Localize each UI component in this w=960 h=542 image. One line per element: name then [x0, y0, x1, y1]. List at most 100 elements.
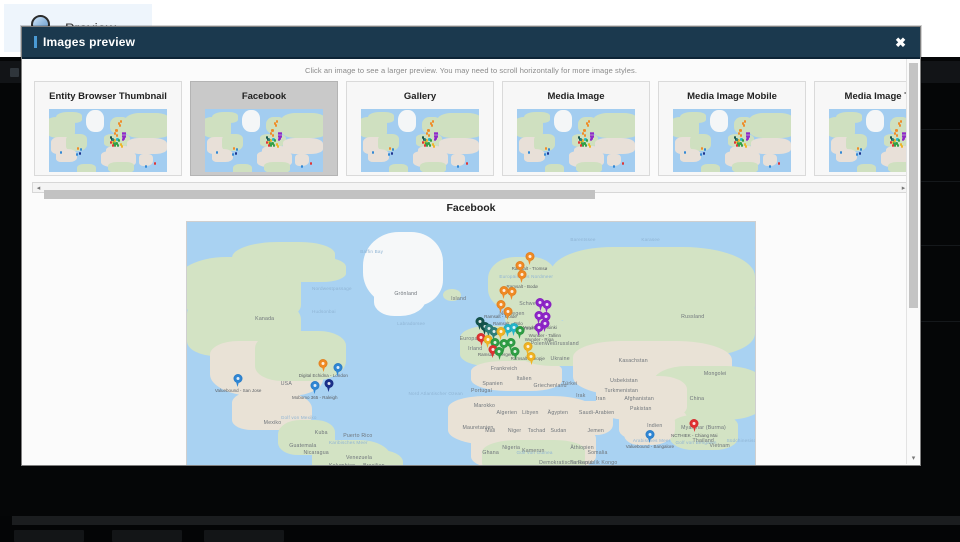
- map-country-label: Turkmenistan: [604, 388, 639, 395]
- image-style-thumbnail[interactable]: [205, 109, 323, 172]
- thumbnail-pin: [581, 143, 584, 147]
- map-country-label: Spanien: [482, 380, 503, 387]
- thumbnail-pin: [301, 165, 304, 169]
- image-style-thumbnail[interactable]: [673, 109, 791, 172]
- map-country-label: Afghanistan: [624, 395, 654, 402]
- scroll-thumb[interactable]: [44, 190, 595, 199]
- map-location-pin[interactable]: [534, 323, 544, 337]
- map-location-pin[interactable]: [494, 346, 504, 360]
- thumbnail-pin: [80, 148, 83, 152]
- thumbnail-pin: [737, 143, 740, 147]
- modal-body: Click an image to see a larger preview. …: [22, 59, 920, 465]
- selected-style-title: Facebook: [446, 202, 496, 214]
- thumbnail-pin: [390, 152, 393, 156]
- modal-title: Images preview: [43, 35, 136, 49]
- thumbnail-landmass: [65, 134, 87, 151]
- thumbnail-pin: [583, 133, 586, 137]
- map-location-pin[interactable]: [324, 378, 334, 392]
- map-location-pin[interactable]: [689, 418, 699, 432]
- map-country-label: Frankreich: [490, 365, 518, 372]
- bottom-scroll-track[interactable]: [12, 516, 960, 525]
- thumbnail-landmass: [450, 154, 465, 166]
- image-style-thumbnail[interactable]: [517, 109, 635, 172]
- scroll-down-arrow-icon[interactable]: ▾: [907, 454, 920, 462]
- thumbnail-pin: [387, 152, 390, 156]
- bottom-button[interactable]: [112, 530, 182, 542]
- modal-header: Images preview ✖: [22, 27, 920, 59]
- image-style-label: Media Image Tablet: [844, 91, 910, 102]
- map-sea-label: Südchinesisches Meer: [726, 437, 756, 443]
- map-country-label: Tansania: [570, 460, 593, 465]
- map-location-pin[interactable]: [507, 287, 517, 301]
- thumbnail-pin: [588, 145, 591, 149]
- map-country-label: Nigeria: [502, 445, 521, 452]
- bottom-button[interactable]: [14, 530, 84, 542]
- thumbnail-landmass: [857, 164, 877, 172]
- image-style-thumbnail[interactable]: [829, 109, 910, 172]
- modal-vertical-scrollbar[interactable]: ▾: [906, 59, 919, 464]
- map-country-label: Guatemala: [289, 442, 317, 449]
- image-style-card-media-image-mobile[interactable]: Media Image Mobile: [658, 81, 806, 176]
- map-country-label: Myanmar (Burma): [681, 425, 726, 432]
- map-location-pin[interactable]: [310, 381, 320, 395]
- map-country-label: Usbekistan: [610, 378, 638, 385]
- image-style-card-entity-browser-thumbnail[interactable]: Entity Browser Thumbnail: [34, 81, 182, 176]
- map-country-label: Europa: [459, 336, 478, 343]
- thumbnail-landmass: [280, 112, 323, 138]
- thumbnail-pin: [118, 138, 121, 142]
- map-location-pin[interactable]: [318, 359, 328, 373]
- image-style-thumbnail[interactable]: [49, 109, 167, 172]
- styles-horizontal-scrollbar[interactable]: ◂ ▸: [32, 182, 910, 199]
- map-location-pin[interactable]: [503, 306, 513, 320]
- structure-icon: [10, 67, 19, 77]
- image-style-thumbnail[interactable]: [361, 109, 479, 172]
- map-country-label: Mali: [485, 427, 496, 434]
- thumbnail-pin: [622, 162, 625, 166]
- close-icon[interactable]: ✖: [895, 36, 906, 49]
- map-country-label: Mongolei: [703, 370, 727, 377]
- large-preview-image[interactable]: Baffin Bay Labradorsee Hudsonbai Nordwestpa…: [186, 221, 756, 465]
- map-location-pin[interactable]: [645, 429, 655, 443]
- bottom-button[interactable]: [204, 530, 284, 542]
- scroll-left-arrow-icon[interactable]: ◂: [33, 184, 44, 192]
- map-location-pin[interactable]: [333, 362, 343, 376]
- thumbnail-pin: [613, 165, 616, 169]
- map-sea-label: Nord Atlantischer Ozean: [408, 390, 463, 396]
- map-country-label: Libyen: [522, 410, 539, 417]
- map-country-label: Ägypten: [547, 410, 569, 417]
- map-location-pin[interactable]: [526, 351, 536, 365]
- image-style-card-media-image[interactable]: Media Image: [502, 81, 650, 176]
- map-country-label: Algerien: [496, 410, 518, 417]
- map-location-pin[interactable]: [525, 252, 534, 266]
- thumbnail-pin: [276, 145, 279, 149]
- thumbnail-pin: [432, 145, 435, 149]
- map-location-pin[interactable]: [233, 373, 243, 387]
- thumbnail-pin: [215, 150, 218, 154]
- map-country-label: Iran: [595, 395, 606, 402]
- thumbnail-pin: [425, 143, 428, 147]
- map-pin-label: Valuebound - Bangalore: [625, 443, 675, 449]
- map-landmass: [277, 256, 347, 282]
- preview-hint-text: Click an image to see a larger preview. …: [304, 66, 638, 75]
- thumbnail-pin: [699, 152, 702, 156]
- map-sea-label: Labradorsee: [397, 321, 426, 327]
- map-location-pin[interactable]: [517, 269, 527, 283]
- map-country-label: Türkei: [561, 380, 578, 387]
- map-location-pin[interactable]: [542, 299, 552, 313]
- thumbnail-pin: [860, 148, 863, 152]
- map-country-label: Sudan: [550, 427, 567, 434]
- map-location-pin[interactable]: [515, 325, 525, 339]
- map-country-label: Nicaragua: [303, 450, 329, 457]
- images-preview-modal: Images preview ✖ Click an image to see a…: [21, 26, 921, 466]
- thumbnail-pin: [769, 165, 772, 169]
- screen: Preview Structure Appearance Extend Conf…: [0, 0, 960, 542]
- thumbnail-pin: [839, 150, 842, 154]
- thumbnail-landmass: [845, 134, 867, 151]
- thumbnail-pin: [742, 138, 745, 142]
- image-style-card-media-image-tablet[interactable]: Media Image Tablet: [814, 81, 910, 176]
- image-style-card-facebook[interactable]: Facebook: [190, 81, 338, 176]
- scroll-thumb[interactable]: [909, 63, 918, 308]
- scroll-track[interactable]: [44, 183, 898, 199]
- image-style-card-gallery[interactable]: Gallery: [346, 81, 494, 176]
- thumbnail-pin: [778, 162, 781, 166]
